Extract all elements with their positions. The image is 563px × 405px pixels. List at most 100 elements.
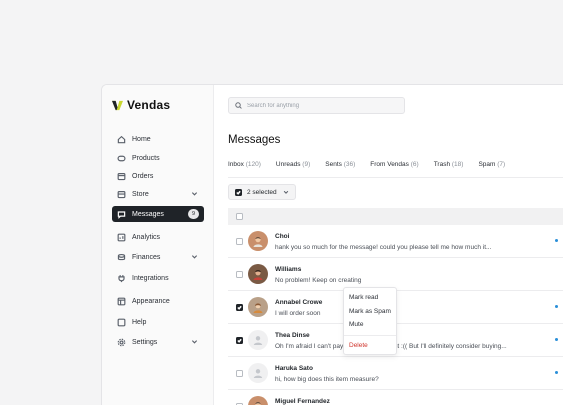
menu-item-mark-as-spam[interactable]: Mark as Spam [344, 305, 396, 319]
sidebar-item-store[interactable]: Store [112, 186, 204, 202]
search-icon [235, 102, 242, 109]
row-checkbox[interactable] [236, 337, 243, 344]
sidebar-item-label: Help [132, 318, 147, 326]
unread-dot [555, 305, 558, 308]
tab-count: (18) [451, 161, 464, 168]
layout-icon [117, 297, 126, 306]
chevron-down-icon [283, 189, 289, 195]
sidebar-item-label: Integrations [132, 274, 169, 282]
message-preview: hank you so much for the message! could … [275, 244, 492, 251]
app-name: Vendas [127, 98, 171, 112]
tab-inbox[interactable]: Inbox (120) [228, 161, 261, 178]
message-tabs: Inbox (120) Unreads (9) Sents (36) From Ven… [228, 161, 520, 178]
select-all-checkbox[interactable] [236, 213, 243, 220]
search-input[interactable] [247, 102, 397, 109]
sidebar-item-messages[interactable]: Messages 9 [112, 206, 204, 222]
tag-icon [117, 154, 126, 163]
message-row[interactable]: Miguel Fernandez [228, 390, 563, 405]
sidebar: Vendas Home Products Orders Store Messages 9 A… [102, 85, 214, 405]
avatar [248, 264, 268, 284]
tab-count: (36) [343, 161, 356, 168]
chevron-down-icon[interactable] [191, 338, 198, 345]
selected-count-label: 2 selected [247, 188, 277, 196]
avatar [248, 231, 268, 251]
message-preview: No problem! Keep on creating [275, 277, 362, 284]
tab-label: Trash [433, 161, 451, 168]
tabs-divider [228, 177, 563, 178]
check-icon [237, 338, 242, 343]
sender-name: Thea Dinse [275, 332, 310, 339]
sidebar-item-label: Products [132, 154, 160, 162]
bulk-select-button[interactable]: 2 selected [228, 184, 296, 200]
sidebar-item-label: Home [132, 135, 151, 143]
sidebar-item-help[interactable]: Help [112, 314, 204, 330]
chevron-down-icon[interactable] [191, 190, 198, 197]
avatar [248, 396, 268, 405]
menu-item-mark-read[interactable]: Mark read [344, 291, 396, 305]
sidebar-item-settings[interactable]: Settings [112, 334, 204, 350]
sidebar-item-finances[interactable]: Finances [112, 249, 204, 265]
tab-trash[interactable]: Trash (18) [434, 161, 464, 178]
sidebar-item-label: Messages [132, 210, 164, 218]
tab-spam[interactable]: Spam (7) [478, 161, 505, 178]
bulk-select-checkbox[interactable] [235, 188, 242, 196]
check-icon [237, 305, 242, 310]
sidebar-item-analytics[interactable]: Analytics [112, 229, 204, 245]
app-window: Vendas Home Products Orders Store Messages 9 A… [101, 84, 563, 405]
message-row[interactable]: Williams No problem! Keep on creating [228, 258, 563, 291]
menu-divider [344, 334, 396, 336]
unread-dot [555, 371, 558, 374]
home-icon [117, 135, 126, 144]
row-checkbox[interactable] [236, 271, 243, 278]
unread-badge: 9 [188, 209, 199, 219]
message-preview: I will order soon [275, 310, 321, 317]
message-row[interactable]: Haruka Sato hi, how big does this item me… [228, 357, 563, 390]
gear-icon [117, 338, 126, 347]
avatar [248, 330, 268, 350]
search-bar[interactable] [228, 97, 405, 114]
sender-name: Haruka Sato [275, 365, 313, 372]
sidebar-item-products[interactable]: Products [112, 150, 204, 166]
row-checkbox[interactable] [236, 238, 243, 245]
unread-dot [555, 239, 558, 242]
coins-icon [117, 253, 126, 262]
sender-name: Annabel Crowe [275, 299, 323, 306]
row-checkbox[interactable] [236, 304, 243, 311]
plug-icon [117, 274, 126, 283]
menu-item-delete[interactable]: Delete [344, 339, 396, 353]
sidebar-item-orders[interactable]: Orders [112, 168, 204, 184]
sender-name: Williams [275, 266, 302, 273]
tab-label: From Vendas [370, 161, 409, 168]
avatar [248, 297, 268, 317]
sidebar-item-label: Orders [132, 172, 154, 180]
check-icon [236, 190, 241, 195]
vendas-logo-icon [112, 100, 123, 110]
sidebar-item-label: Analytics [132, 233, 161, 241]
message-row[interactable]: Choi hank you so much for the message! co… [228, 225, 563, 258]
sidebar-item-appearance[interactable]: Appearance [112, 293, 204, 309]
sidebar-item-label: Appearance [132, 297, 170, 305]
tab-label: Sents [325, 161, 342, 168]
tab-label: Unreads [275, 161, 301, 168]
main-content: Messages Inbox (120) Unreads (9) Sents (36… [214, 85, 563, 405]
unread-dot [555, 338, 558, 341]
message-preview: hi, how big does this item measure? [275, 376, 379, 383]
tab-count: (120) [245, 161, 261, 168]
chevron-down-icon[interactable] [191, 253, 198, 260]
list-header [228, 208, 563, 225]
sidebar-item-label: Settings [132, 338, 158, 346]
menu-item-mute[interactable]: Mute [344, 318, 396, 332]
tab-from-vendas[interactable]: From Vendas (6) [370, 161, 418, 178]
tab-unreads[interactable]: Unreads (9) [276, 161, 310, 178]
tab-count: (7) [497, 161, 506, 168]
sender-name: Choi [275, 233, 290, 240]
sidebar-item-integrations[interactable]: Integrations [112, 270, 204, 286]
box-icon [117, 172, 126, 181]
sidebar-item-home[interactable]: Home [112, 131, 204, 147]
row-checkbox[interactable] [236, 370, 243, 377]
sender-name: Miguel Fernandez [275, 398, 330, 405]
help-icon [117, 318, 126, 327]
logo[interactable]: Vendas [112, 98, 170, 112]
tab-sents[interactable]: Sents (36) [325, 161, 355, 178]
page-title: Messages [228, 134, 281, 146]
